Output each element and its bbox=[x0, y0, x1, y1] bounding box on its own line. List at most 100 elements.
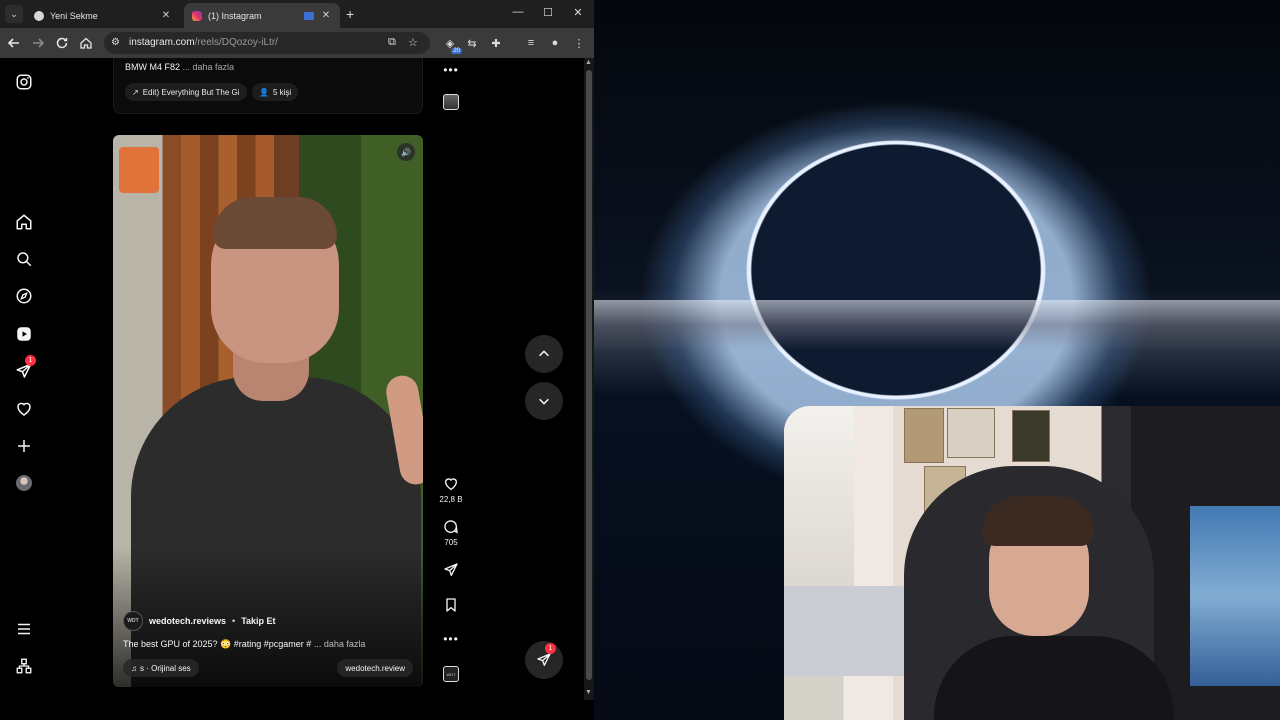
messages-icon[interactable]: 1 bbox=[14, 355, 36, 381]
address-bar[interactable]: ⚙ instagram.com/reels/DQozoy-iLtr/ ⧉ ☆ bbox=[104, 32, 430, 54]
author-avatar[interactable]: WDT bbox=[123, 611, 143, 631]
tab-new-tab[interactable]: Yeni Sekme ✕ bbox=[26, 3, 180, 28]
previous-reel[interactable]: BMW M4 F82 ... daha fazla ↗ Edit) Everyth… bbox=[113, 58, 423, 114]
poster bbox=[1012, 410, 1050, 462]
share-button[interactable] bbox=[438, 562, 464, 578]
led-light bbox=[1190, 506, 1280, 686]
next-reel-button[interactable] bbox=[525, 382, 563, 420]
reel-caption[interactable]: The best GPU of 2025? 😳 #rating #pcgamer… bbox=[123, 639, 413, 650]
reel-audio-thumb[interactable]: WDT bbox=[438, 666, 464, 682]
bookmark-star-icon[interactable]: ☆ bbox=[408, 36, 418, 49]
poster bbox=[904, 408, 944, 463]
page-scrollbar[interactable]: ▲ ▼ bbox=[584, 58, 594, 700]
arrow-out-icon: ↗ bbox=[132, 87, 139, 97]
site-info-icon[interactable]: ⚙ bbox=[111, 37, 123, 49]
extensions-puzzle-icon[interactable]: ✚ bbox=[489, 36, 503, 50]
heart-icon bbox=[444, 478, 458, 491]
instagram-page: 1 BMW M4 F82 ... daha fazla ↗ Edit) Ever… bbox=[0, 58, 584, 700]
translate-icon[interactable]: ⇆ bbox=[465, 36, 479, 50]
comment-icon bbox=[444, 520, 458, 534]
new-tab-button[interactable]: + bbox=[346, 6, 354, 22]
reel-meta: WDT wedotech.reviews • Takip Et The best… bbox=[123, 611, 413, 677]
audio-thumbnail: WDT bbox=[443, 666, 459, 682]
url-text: instagram.com/reels/DQozoy-iLtr/ bbox=[129, 37, 278, 48]
messages-fab-button[interactable]: 1 bbox=[525, 641, 563, 679]
tab-instagram[interactable]: (1) Instagram ✕ bbox=[184, 3, 340, 28]
previous-reel-button[interactable] bbox=[525, 335, 563, 373]
author-row: WDT wedotech.reviews • Takip Et bbox=[123, 611, 413, 631]
chevron-down-icon bbox=[539, 398, 549, 405]
reel-video[interactable]: 🔊 WDT wedotech.reviews • Takip Et The be… bbox=[113, 135, 423, 687]
back-button[interactable] bbox=[6, 35, 22, 51]
sound-toggle-button[interactable]: 🔊 bbox=[397, 143, 415, 161]
more-dots-icon: ••• bbox=[443, 63, 459, 77]
prev-audio-thumb[interactable] bbox=[438, 94, 464, 110]
prev-reel-people-chip[interactable]: 👤 5 kişi bbox=[252, 83, 299, 101]
more-menu-icon[interactable] bbox=[14, 619, 34, 639]
author-username[interactable]: wedotech.reviews bbox=[149, 616, 226, 626]
browser-window: ⌄ Yeni Sekme ✕ (1) Instagram ✕ + — ☐ ✕ ⚙… bbox=[0, 0, 594, 700]
tab-title: Yeni Sekme bbox=[50, 10, 98, 21]
scroll-thumb[interactable] bbox=[586, 70, 592, 680]
ig-sidebar: 1 bbox=[0, 58, 48, 700]
audio-row: ♫ s · Orijinal ses wedotech.review bbox=[123, 659, 413, 677]
maximize-button[interactable]: ☐ bbox=[538, 6, 558, 19]
follow-button[interactable]: Takip Et bbox=[241, 616, 275, 626]
minimize-button[interactable]: — bbox=[508, 6, 528, 18]
avatar bbox=[16, 475, 32, 491]
prev-reel-audio-chip[interactable]: ↗ Edit) Everything But The Gi bbox=[125, 83, 247, 101]
instagram-logo-icon[interactable] bbox=[14, 72, 34, 92]
reload-button[interactable] bbox=[54, 35, 70, 51]
likes-count: 22,8 B bbox=[439, 495, 463, 504]
home-button[interactable] bbox=[78, 35, 94, 51]
scroll-down-arrow-icon[interactable]: ▼ bbox=[585, 689, 592, 696]
audio-tag-chip[interactable]: wedotech.review bbox=[337, 659, 413, 677]
create-icon[interactable] bbox=[14, 436, 34, 456]
notifications-icon[interactable] bbox=[14, 399, 34, 419]
browser-toolbar: ⚙ instagram.com/reels/DQozoy-iLtr/ ⧉ ☆ ◈… bbox=[0, 28, 594, 58]
reload-icon bbox=[56, 37, 68, 49]
comments-count: 705 bbox=[444, 538, 458, 547]
chevron-up-icon bbox=[539, 350, 549, 357]
share-icon bbox=[444, 563, 458, 576]
audio-chip[interactable]: ♫ s · Orijinal ses bbox=[123, 659, 199, 677]
tab-close-icon[interactable]: ✕ bbox=[160, 10, 172, 21]
explore-icon[interactable] bbox=[14, 286, 34, 306]
back-arrow-icon bbox=[7, 38, 19, 48]
tab-search-button[interactable]: ⌄ bbox=[5, 5, 23, 23]
poster bbox=[947, 408, 995, 458]
separator-dot: • bbox=[232, 616, 236, 626]
reels-icon[interactable] bbox=[14, 324, 34, 344]
music-note-icon: ♫ bbox=[131, 663, 137, 673]
messages-icon bbox=[537, 653, 551, 666]
like-button[interactable]: 22,8 B bbox=[438, 476, 464, 504]
chrome-menu-icon[interactable]: ⋮ bbox=[572, 36, 586, 50]
streamer-shirt bbox=[934, 636, 1174, 720]
search-icon[interactable] bbox=[14, 249, 34, 269]
accretion-disk bbox=[594, 300, 1280, 350]
profile-icon[interactable]: ● bbox=[548, 36, 562, 50]
home-icon[interactable] bbox=[14, 212, 34, 232]
close-window-button[interactable]: ✕ bbox=[568, 6, 588, 19]
extension-vpn-icon[interactable]: ◈ 20 bbox=[443, 36, 462, 54]
messages-fab-badge: 1 bbox=[545, 643, 556, 654]
home-icon bbox=[80, 37, 92, 49]
prev-reel-caption[interactable]: BMW M4 F82 ... daha fazla bbox=[125, 62, 234, 72]
video-person-hair bbox=[213, 197, 337, 249]
media-controls-icon[interactable]: ≡ bbox=[524, 36, 538, 50]
scroll-up-arrow-icon[interactable]: ▲ bbox=[585, 59, 592, 66]
install-app-icon[interactable]: ⧉ bbox=[388, 36, 396, 49]
tab-media-icon[interactable] bbox=[304, 11, 314, 20]
also-from-meta-icon[interactable] bbox=[14, 656, 34, 676]
save-button[interactable] bbox=[438, 597, 464, 613]
tab-close-icon[interactable]: ✕ bbox=[320, 10, 332, 21]
flag-decor bbox=[784, 406, 854, 586]
prev-more-button[interactable]: ••• bbox=[438, 61, 464, 79]
reel-more-button[interactable]: ••• bbox=[438, 630, 464, 648]
forward-button[interactable] bbox=[30, 35, 46, 51]
profile-avatar[interactable] bbox=[14, 473, 34, 493]
chrome-favicon-icon bbox=[34, 10, 44, 21]
comment-button[interactable]: 705 bbox=[438, 519, 464, 547]
background-decor bbox=[119, 147, 159, 193]
streamer-hair bbox=[982, 496, 1094, 546]
